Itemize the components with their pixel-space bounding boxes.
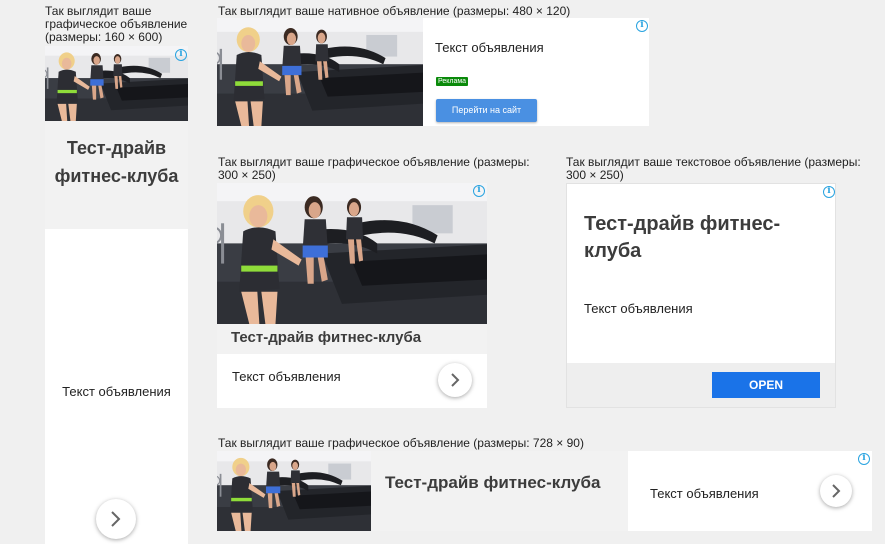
rect-text-ad[interactable]: i Тест-драйв фитнес-клуба Текст объявлен… bbox=[566, 183, 836, 408]
caption-leaderboard: Так выглядит ваше графическое объявление… bbox=[218, 436, 584, 450]
skyscraper-ad-image[interactable] bbox=[45, 46, 188, 121]
chevron-right-icon bbox=[451, 373, 460, 387]
adchoices-info-icon[interactable]: i bbox=[473, 185, 485, 197]
skyscraper-headline[interactable]: Тест-драйв фитнес-клуба bbox=[53, 134, 180, 190]
ad-photo bbox=[217, 451, 371, 531]
ad-photo bbox=[45, 46, 188, 121]
native-ad-image[interactable] bbox=[217, 18, 423, 126]
caption-skyscraper: Так выглядит ваше графическое объявление… bbox=[45, 4, 188, 44]
rect-graphic-body-text: Текст объявления bbox=[232, 369, 341, 384]
rect-graphic-headline[interactable]: Тест-драйв фитнес-клуба bbox=[231, 329, 421, 346]
adchoices-info-icon[interactable]: i bbox=[636, 20, 648, 32]
rect-text-body-text: Текст объявления bbox=[584, 301, 693, 316]
rect-text-open-button[interactable]: OPEN bbox=[712, 372, 820, 398]
rect-graphic-ad[interactable]: i Тест-драйв фитнес-клуба Текст объявлен… bbox=[217, 183, 487, 408]
ad-photo bbox=[217, 18, 423, 126]
native-cta-button[interactable]: Перейти на сайт bbox=[436, 99, 537, 122]
leaderboard-headline[interactable]: Тест-драйв фитнес-клуба bbox=[385, 473, 600, 493]
native-body-text[interactable]: Текст объявления bbox=[435, 40, 544, 55]
leaderboard-body-text: Текст объявления bbox=[650, 486, 759, 501]
rect-graphic-ad-image[interactable] bbox=[217, 183, 487, 324]
skyscraper-body-text: Текст объявления bbox=[62, 384, 171, 399]
rect-graphic-arrow-button[interactable] bbox=[438, 363, 472, 397]
adchoices-info-icon[interactable]: i bbox=[823, 186, 835, 198]
ad-photo bbox=[217, 183, 487, 324]
leaderboard-arrow-button[interactable] bbox=[820, 475, 852, 507]
skyscraper-arrow-button[interactable] bbox=[96, 499, 136, 539]
adchoices-info-icon[interactable]: i bbox=[175, 49, 187, 61]
rect-text-headline[interactable]: Тест-драйв фитнес-клуба bbox=[584, 211, 824, 265]
caption-rect-text: Так выглядит ваше текстовое объявление (… bbox=[566, 155, 861, 182]
caption-native: Так выглядит ваше нативное объявление (р… bbox=[218, 4, 571, 18]
leaderboard-ad[interactable]: Тест-драйв фитнес-клуба Текст объявления… bbox=[217, 451, 872, 531]
adchoices-info-icon[interactable]: i bbox=[858, 453, 870, 465]
native-ad[interactable]: i Текст объявления Реклама Перейти на са… bbox=[217, 18, 649, 126]
caption-rect-graphic: Так выглядит ваше графическое объявление… bbox=[218, 155, 530, 182]
chevron-right-icon bbox=[832, 484, 841, 498]
skyscraper-ad[interactable]: i Тест-драйв фитнес-клуба Текст объявлен… bbox=[45, 46, 188, 544]
chevron-right-icon bbox=[111, 511, 121, 527]
ad-badge: Реклама bbox=[436, 77, 469, 86]
leaderboard-ad-image[interactable] bbox=[217, 451, 371, 531]
